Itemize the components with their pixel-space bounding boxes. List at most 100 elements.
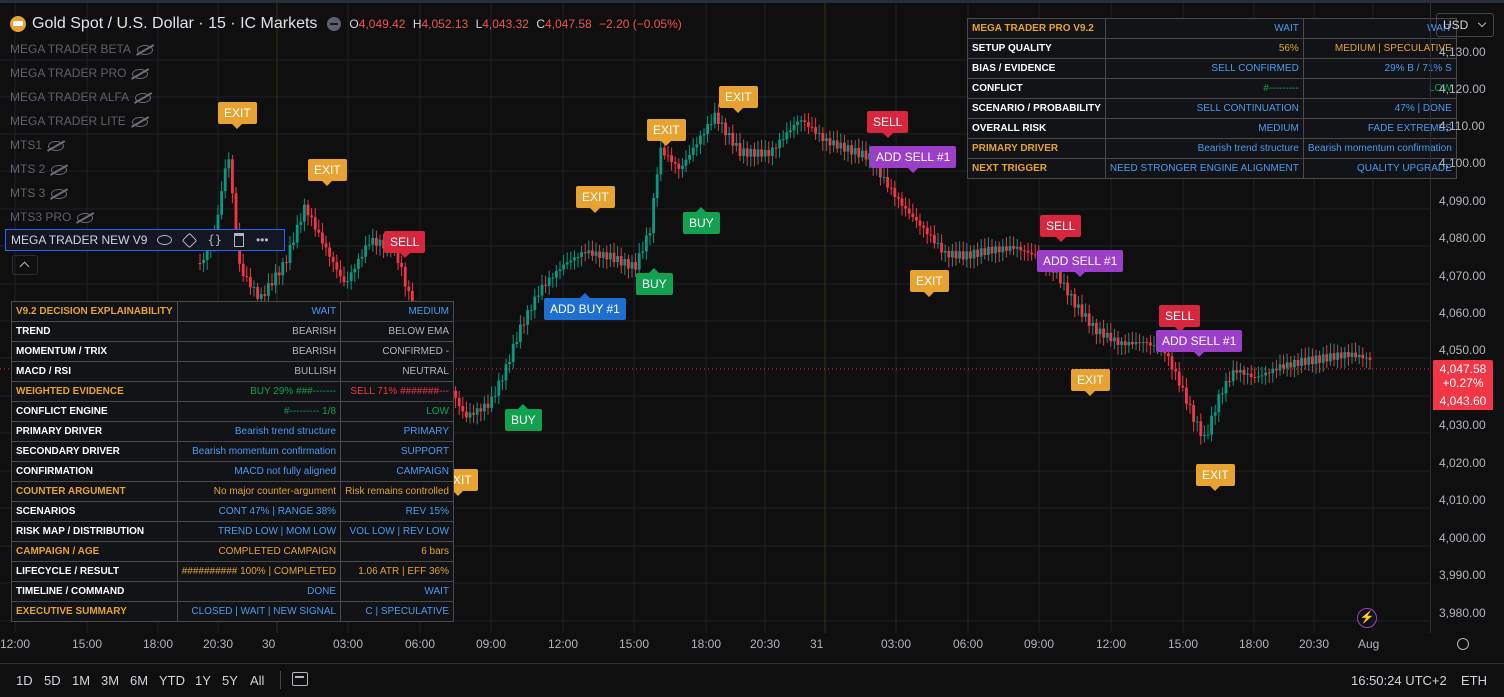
- range-button-1m[interactable]: 1M: [72, 673, 90, 688]
- candle-body: [569, 260, 573, 263]
- chart-pane[interactable]: Gold Spot / U.S. Dollar · 15 · IC Market…: [0, 3, 1457, 633]
- candle-body: [616, 256, 619, 263]
- panel-key: CAMPAIGN / AGE: [11, 541, 178, 562]
- hidden-eye-icon[interactable]: [136, 44, 153, 55]
- candle-body: [1325, 354, 1329, 362]
- hidden-eye-icon[interactable]: [132, 68, 149, 79]
- indicator-mts3-pro[interactable]: MTS3 PRO: [10, 210, 94, 224]
- candle-body: [735, 142, 738, 146]
- candle-body: [666, 155, 670, 157]
- candle-body: [832, 140, 835, 146]
- eye-icon[interactable]: [157, 235, 173, 245]
- candle-body: [256, 287, 259, 299]
- indicator-mega-trader-alfa[interactable]: MEGA TRADER ALFA: [10, 90, 152, 104]
- indicator-mts1[interactable]: MTS1: [10, 138, 65, 152]
- collapse-legend-button[interactable]: [12, 255, 38, 275]
- candle-body: [580, 252, 583, 257]
- candle-body: [742, 148, 745, 156]
- panel-value: MEDIUM: [1104, 118, 1304, 139]
- range-button-all[interactable]: All: [250, 673, 264, 688]
- hidden-eye-icon[interactable]: [51, 164, 68, 175]
- candle-body: [1260, 375, 1264, 377]
- currency-select[interactable]: USD: [1436, 13, 1494, 37]
- candle-body: [501, 380, 504, 382]
- time-tick-label: 12:00: [0, 637, 31, 651]
- indicator-mega-trader-lite[interactable]: MEGA TRADER LITE: [10, 114, 148, 128]
- candle-body: [1008, 246, 1012, 251]
- source-code-icon[interactable]: {}: [207, 233, 221, 247]
- hidden-eye-icon[interactable]: [77, 212, 94, 223]
- candle-body: [1339, 352, 1343, 359]
- range-button-5y[interactable]: 5Y: [222, 673, 238, 688]
- chart-settings-icon[interactable]: [1457, 638, 1469, 650]
- candle-body: [1023, 250, 1026, 252]
- exit-signal: EXIT: [576, 186, 615, 213]
- range-button-ytd[interactable]: YTD: [159, 673, 185, 688]
- price-tick-label: 4,080.00: [1439, 231, 1486, 245]
- more-icon[interactable]: •••: [256, 233, 269, 247]
- candle-body: [1138, 342, 1141, 344]
- candle-body: [371, 237, 375, 245]
- panel-row: CAMPAIGN / AGE COMPLETED CAMPAIGN 6 bars: [11, 541, 454, 562]
- indicator-mega-trader-pro[interactable]: MEGA TRADER PRO: [10, 66, 149, 80]
- settings-icon[interactable]: [182, 232, 198, 248]
- range-button-6m[interactable]: 6M: [130, 673, 148, 688]
- candle-body: [965, 251, 969, 260]
- lightning-icon[interactable]: ⚡: [1357, 608, 1377, 628]
- delete-icon[interactable]: [233, 233, 244, 247]
- panel-row: COUNTER ARGUMENT No major counter-argumen…: [11, 481, 454, 502]
- panel-value: MACD not fully aligned: [176, 461, 342, 482]
- active-indicator-row[interactable]: MEGA TRADER NEW V9 {} •••: [5, 229, 285, 251]
- candle-body: [1030, 252, 1033, 255]
- range-button-5d[interactable]: 5D: [44, 673, 61, 688]
- candle-body: [1134, 342, 1138, 345]
- candle-body: [677, 163, 681, 169]
- price-axis[interactable]: USD 4,130.00 4,120.00 4,110.00 4,100.00 4,09…: [1430, 3, 1504, 650]
- buy-signal: BUY: [683, 207, 720, 234]
- hidden-eye-icon[interactable]: [131, 116, 148, 127]
- symbol-title[interactable]: Gold Spot / U.S. Dollar · 15 · IC Market…: [32, 15, 317, 33]
- hidden-eye-icon[interactable]: [51, 188, 68, 199]
- panel-value: 1.06 ATR | EFF 36%: [340, 561, 454, 582]
- hidden-eye-icon[interactable]: [135, 92, 152, 103]
- candle-body: [778, 139, 781, 149]
- price-tick-label: 4,070.00: [1439, 269, 1486, 283]
- candle-body: [249, 276, 252, 288]
- candle-body: [583, 252, 587, 254]
- add-sell-signal: ADD SELL #1: [1156, 330, 1243, 357]
- candle-body: [717, 112, 720, 124]
- indicator-mega-trader-beta[interactable]: MEGA TRADER BETA: [10, 42, 153, 56]
- candle-body: [537, 295, 540, 297]
- low-price-tag: 4,043.60: [1433, 392, 1493, 410]
- hidden-eye-icon[interactable]: [48, 140, 65, 151]
- candle-body: [465, 411, 468, 418]
- candle-body: [497, 380, 501, 396]
- candle-body: [1217, 394, 1221, 413]
- panel-value: SUPPORT: [340, 441, 454, 462]
- candle-body: [900, 198, 904, 206]
- range-button-3m[interactable]: 3M: [101, 673, 119, 688]
- range-button-1y[interactable]: 1Y: [195, 673, 211, 688]
- candle-body: [947, 250, 951, 258]
- indicator-mts2[interactable]: MTS 2: [10, 162, 68, 176]
- panel-key: LIFECYCLE / RESULT: [11, 561, 178, 582]
- panel-value: CONFIRMED -: [340, 341, 454, 362]
- indicator-mts3[interactable]: MTS 3: [10, 186, 68, 200]
- candle-body: [1300, 357, 1303, 366]
- clock-display[interactable]: 16:50:24 UTC+2: [1351, 673, 1447, 688]
- time-axis[interactable]: 12:00 15:00 18:00 20:30 30 03:00 06:00 09:00 12:…: [0, 633, 1430, 659]
- range-button-1d[interactable]: 1D: [16, 673, 33, 688]
- asset-label[interactable]: ETH: [1461, 673, 1487, 688]
- candle-body: [295, 224, 299, 243]
- candle-body: [1005, 246, 1008, 251]
- panel-value: #---------: [1104, 78, 1304, 99]
- candle-body: [1231, 370, 1235, 382]
- price-tick-label: 4,030.00: [1439, 418, 1486, 432]
- candle-body: [745, 148, 749, 157]
- panel-row: MACD / RSI BULLISH NEUTRAL: [11, 361, 454, 382]
- candle-body: [357, 258, 360, 269]
- buy-signal: BUY: [505, 404, 542, 431]
- panel-value: SELL CONTINUATION: [1104, 98, 1304, 119]
- date-range-calendar-icon[interactable]: [292, 672, 308, 686]
- time-tick-label: 12:00: [548, 637, 579, 651]
